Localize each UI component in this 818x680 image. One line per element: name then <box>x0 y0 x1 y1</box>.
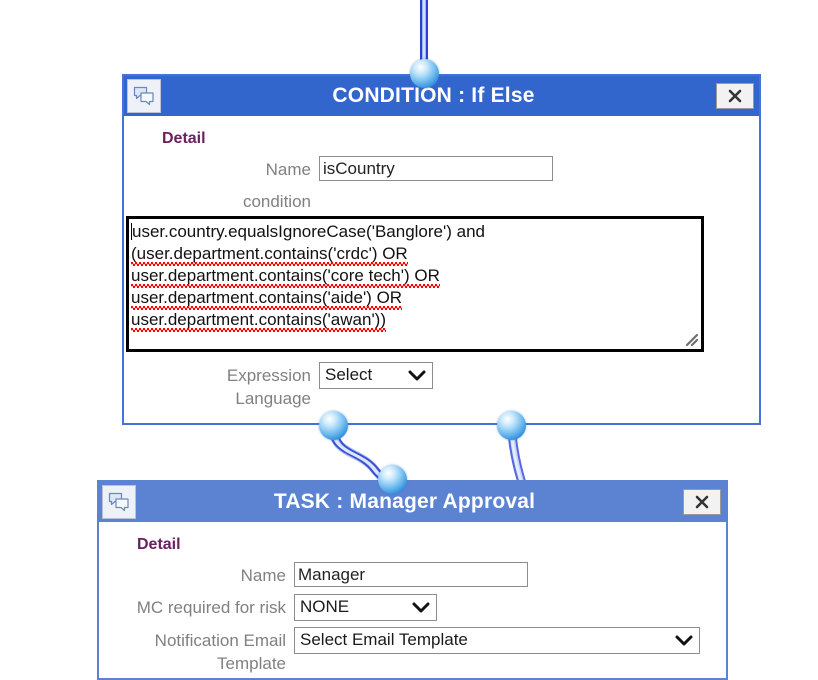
condition-bottom-right-port[interactable] <box>497 411 526 440</box>
task-panel[interactable]: TASK : Manager Approval Detail Name Mana… <box>97 480 728 680</box>
close-icon <box>695 495 709 509</box>
mc-risk-select[interactable]: NONE <box>294 593 437 621</box>
mc-risk-row: MC required for risk NONE <box>113 593 712 621</box>
expression-language-row: Expression Language Select <box>138 361 745 411</box>
chevron-down-icon <box>408 369 426 381</box>
task-close-button[interactable] <box>683 489 721 515</box>
condition-panel-titlebar[interactable]: CONDITION : If Else <box>124 76 759 116</box>
expression-language-select[interactable]: Select <box>319 361 433 389</box>
resize-grip-icon[interactable] <box>684 332 698 346</box>
condition-top-port[interactable] <box>410 59 439 88</box>
notification-template-row: Notification Email Template Select Email… <box>113 626 712 676</box>
task-detail-heading: Detail <box>137 536 181 553</box>
task-panel-title: TASK : Manager Approval <box>273 490 536 513</box>
condition-line: user.department.contains('aide') OR <box>131 287 403 307</box>
workflow-canvas[interactable]: CONDITION : If Else Detail Name isCountr… <box>0 0 818 680</box>
condition-line: user.country.equalsIgnoreCase('Banglore'… <box>131 221 485 241</box>
notification-template-select[interactable]: Select Email Template <box>294 626 700 654</box>
condition-textarea[interactable]: user.country.equalsIgnoreCase('Banglore'… <box>126 215 704 352</box>
expression-language-value: Select <box>325 365 373 385</box>
condition-name-field-wrap: isCountry <box>319 156 745 181</box>
condition-panel-body: Detail Name isCountry condition user.cou… <box>124 116 759 411</box>
condition-textarea-wrap: user.country.equalsIgnoreCase('Banglore'… <box>126 215 704 352</box>
chevron-down-icon <box>675 634 693 646</box>
task-panel-body: Detail Name Manager MC required for risk… <box>99 522 726 676</box>
condition-expression-label: condition <box>242 191 311 211</box>
notification-template-value: Select Email Template <box>300 630 468 650</box>
condition-line: (user.department.contains('crdc') OR <box>131 243 408 263</box>
task-name-input[interactable]: Manager <box>294 562 528 587</box>
condition-line: user.department.contains('awan')) <box>131 309 387 329</box>
condition-expression-label-row: condition <box>138 188 745 214</box>
mc-risk-field-wrap: NONE <box>294 593 712 621</box>
task-name-label: Name <box>240 566 286 585</box>
expression-language-label: Expression Language <box>226 365 311 408</box>
task-name-field-wrap: Manager <box>294 562 712 587</box>
condition-bottom-left-port[interactable] <box>319 411 348 440</box>
chevron-down-icon <box>412 601 430 613</box>
task-panel-titlebar[interactable]: TASK : Manager Approval <box>99 482 726 522</box>
notification-template-label: Notification Email Template <box>154 630 286 673</box>
task-top-port[interactable] <box>378 465 407 494</box>
expression-language-field-wrap: Select <box>319 361 745 389</box>
condition-name-label: Name <box>265 160 311 179</box>
mc-risk-value: NONE <box>300 597 350 617</box>
condition-name-row: Name isCountry <box>138 156 745 182</box>
condition-name-input[interactable]: isCountry <box>319 156 553 181</box>
task-name-row: Name Manager <box>113 562 712 588</box>
condition-detail-heading: Detail <box>162 130 206 147</box>
condition-panel-title: CONDITION : If Else <box>332 84 535 107</box>
condition-line: user.department.contains('core tech') OR <box>131 265 440 285</box>
notification-template-field-wrap: Select Email Template <box>294 626 712 654</box>
mc-risk-label: MC required for risk <box>136 597 286 617</box>
condition-panel[interactable]: CONDITION : If Else Detail Name isCountr… <box>122 74 761 425</box>
condition-close-button[interactable] <box>716 83 754 109</box>
close-icon <box>728 89 742 103</box>
